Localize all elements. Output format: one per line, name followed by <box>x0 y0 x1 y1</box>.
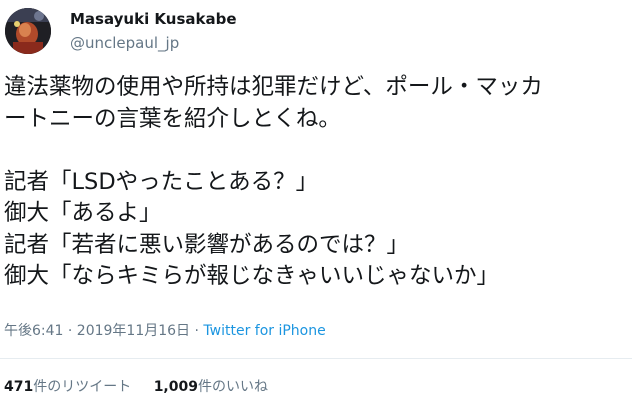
display-name[interactable]: Masayuki Kusakabe <box>70 10 237 28</box>
source-link[interactable]: Twitter for iPhone <box>203 323 325 339</box>
tweet-text-line: 記者「LSDやったことある？」 <box>4 168 319 195</box>
likes-label: 件のいいね <box>197 379 268 395</box>
tweet-stats: 471件のリツイート 1,009件のいいね <box>4 376 268 396</box>
timestamp[interactable]: 午後6:41 · 2019年11月16日 <box>4 323 190 339</box>
retweets-count: 471 <box>4 379 34 395</box>
meta-separator: · <box>190 323 204 339</box>
tweet-meta: 午後6:41 · 2019年11月16日 · Twitter for iPhon… <box>4 320 326 340</box>
likes-stat[interactable]: 1,009件のいいね <box>154 376 268 396</box>
retweets-label: 件のリツイート <box>33 379 132 395</box>
tweet-text-line: 違法薬物の使用や所持は犯罪だけど、ポール・マッカ <box>4 74 543 100</box>
tweet-text-line: ートニーの言葉を紹介しとくね。 <box>4 105 341 132</box>
tweet-card: Masayuki Kusakabe @unclepaul_jp 違法薬物の使用や… <box>0 0 632 416</box>
tweet-text-line <box>4 135 628 167</box>
tweet-text-line: 御大「あるよ」 <box>4 200 162 226</box>
divider <box>0 358 632 359</box>
avatar[interactable] <box>5 8 51 54</box>
tweet-text: 違法薬物の使用や所持は犯罪だけど、ポール・マッカ ートニーの言葉を紹介しとくね。… <box>4 72 628 293</box>
retweets-stat[interactable]: 471件のリツイート <box>4 376 131 396</box>
tweet-text-line: 記者「若者に悪い影響があるのでは？」 <box>4 231 410 258</box>
user-handle[interactable]: @unclepaul_jp <box>70 34 179 52</box>
tweet-text-line: 御大「ならキミらが報じなきゃいいじゃないか」 <box>4 263 500 289</box>
likes-count: 1,009 <box>153 379 198 395</box>
